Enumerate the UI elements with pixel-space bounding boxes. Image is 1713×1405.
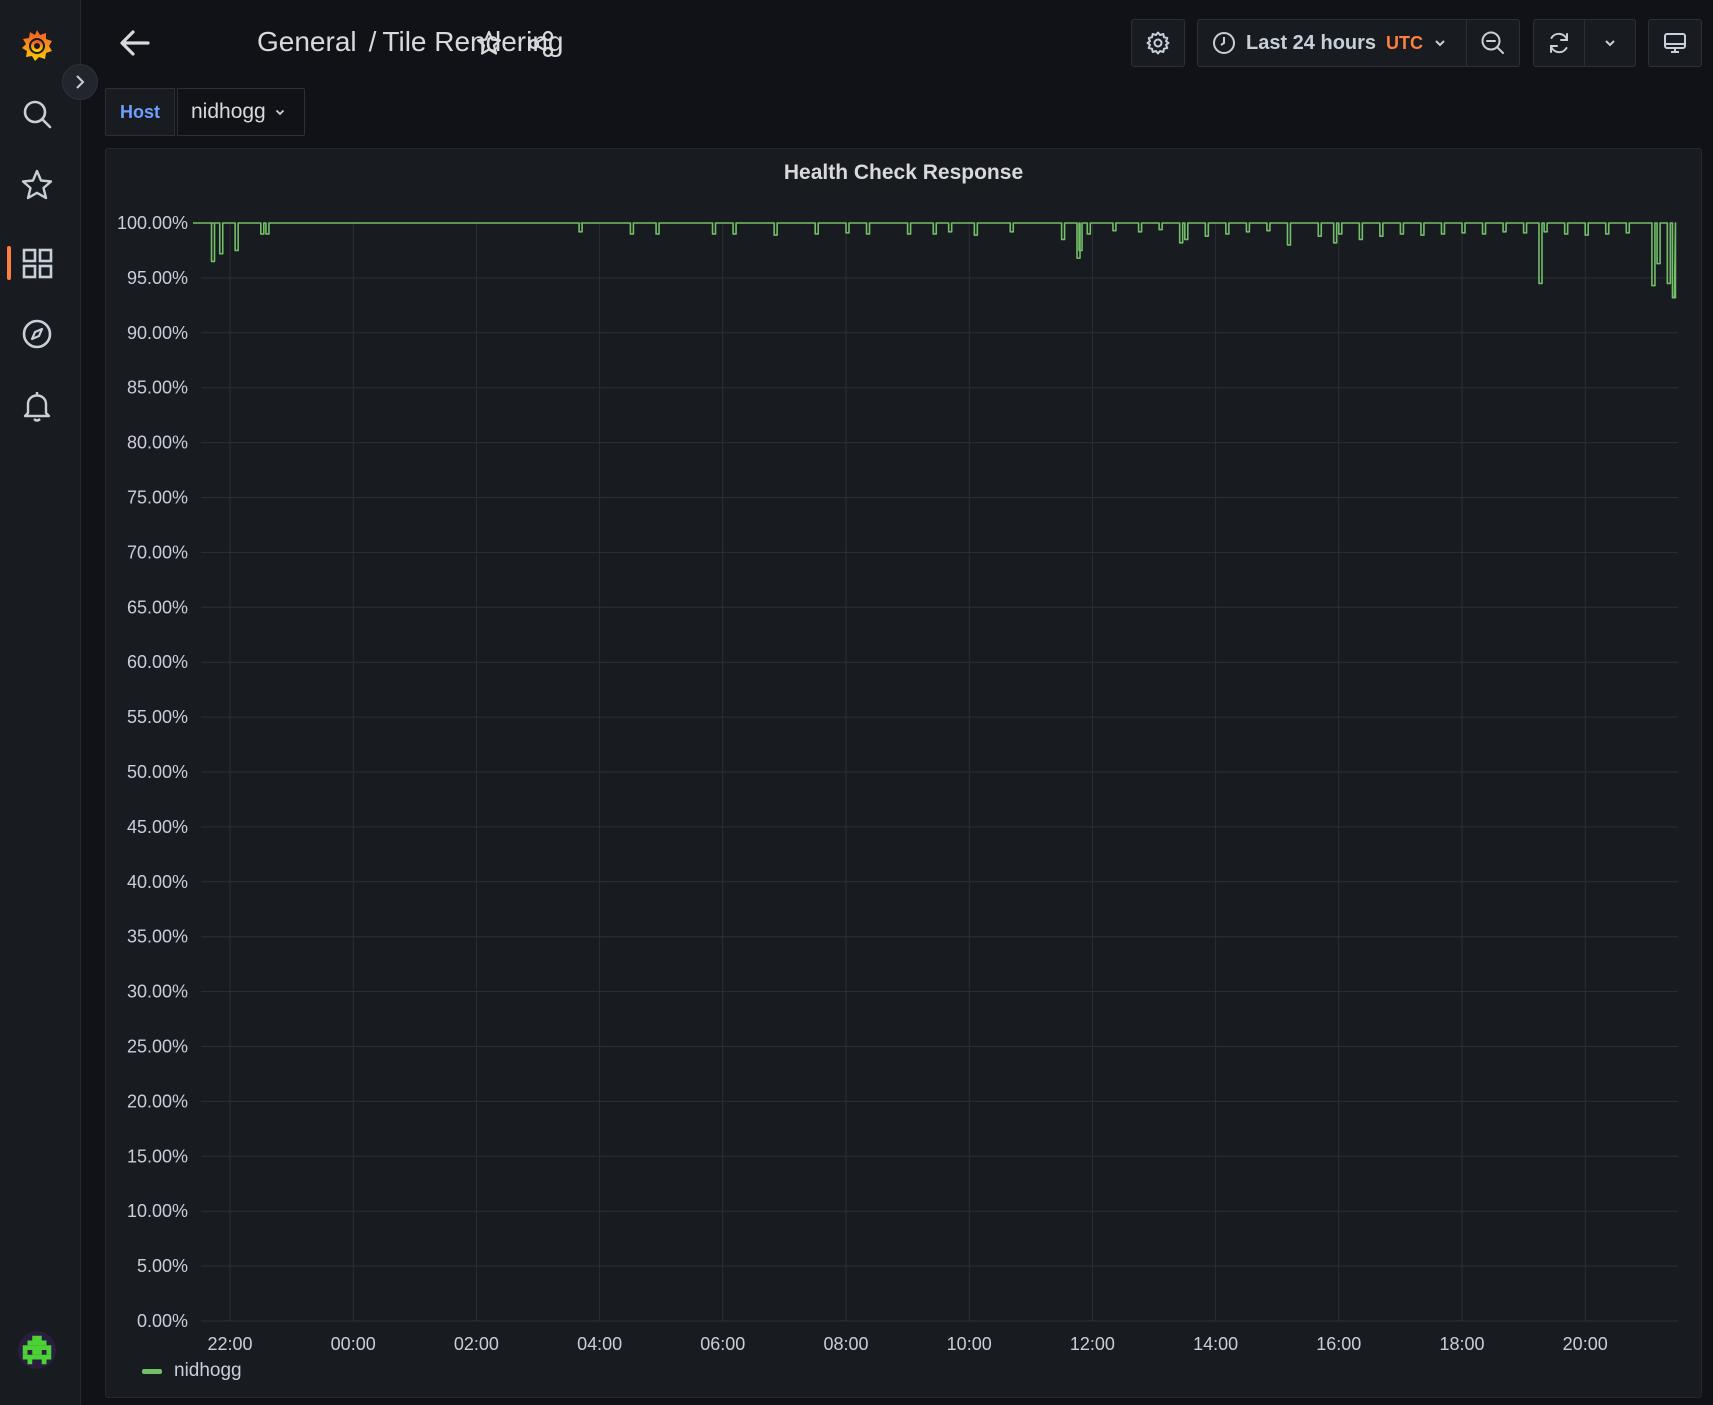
y-tick-label: 90.00% bbox=[127, 323, 188, 343]
x-tick-label: 14:00 bbox=[1193, 1334, 1238, 1354]
y-tick-label: 15.00% bbox=[127, 1146, 188, 1166]
y-tick-label: 65.00% bbox=[127, 597, 188, 617]
back-button[interactable] bbox=[114, 22, 156, 64]
legend-item[interactable]: nidhogg bbox=[142, 1360, 242, 1382]
x-tick-label: 10:00 bbox=[947, 1334, 992, 1354]
x-tick-label: 18:00 bbox=[1439, 1334, 1484, 1354]
monitor-icon bbox=[1664, 33, 1686, 53]
y-tick-label: 80.00% bbox=[127, 433, 188, 453]
y-tick-label: 25.00% bbox=[127, 1037, 188, 1057]
x-tick-label: 20:00 bbox=[1563, 1334, 1608, 1354]
y-tick-label: 50.00% bbox=[127, 762, 188, 782]
x-tick-label: 12:00 bbox=[1070, 1334, 1115, 1354]
chevron-right-icon bbox=[76, 75, 85, 89]
refresh-icon bbox=[1550, 32, 1568, 54]
y-tick-label: 40.00% bbox=[127, 872, 188, 892]
breadcrumb: General / Tile Rendering bbox=[257, 26, 563, 58]
host-variable-select[interactable]: nidhogg bbox=[177, 88, 305, 136]
breadcrumb-folder[interactable]: General bbox=[257, 26, 357, 58]
host-variable-value: nidhogg bbox=[191, 100, 266, 123]
explore-compass-icon[interactable] bbox=[16, 313, 58, 355]
share-icon bbox=[528, 30, 554, 58]
dashboards-icon[interactable] bbox=[16, 242, 58, 284]
x-tick-label: 22:00 bbox=[207, 1334, 252, 1354]
refresh-button[interactable] bbox=[1533, 19, 1585, 67]
expand-sidebar-button[interactable] bbox=[62, 64, 98, 100]
y-tick-label: 85.00% bbox=[127, 378, 188, 398]
y-tick-label: 75.00% bbox=[127, 488, 188, 508]
legend-color-swatch bbox=[142, 1368, 162, 1374]
y-tick-label: 20.00% bbox=[127, 1091, 188, 1111]
y-tick-label: 45.00% bbox=[127, 817, 188, 837]
x-tick-label: 04:00 bbox=[577, 1334, 622, 1354]
timezone-label: UTC bbox=[1386, 32, 1424, 53]
series-line-nidhogg bbox=[193, 222, 1677, 299]
refresh-interval-dropdown[interactable] bbox=[1584, 19, 1636, 67]
tv-mode-button[interactable] bbox=[1648, 19, 1702, 67]
legend-series-name: nidhogg bbox=[174, 1360, 242, 1381]
time-range-label: Last 24 hours bbox=[1246, 31, 1377, 54]
x-tick-label: 16:00 bbox=[1316, 1334, 1361, 1354]
mark-favorite-button[interactable] bbox=[471, 26, 507, 62]
y-tick-label: 70.00% bbox=[127, 542, 188, 562]
y-tick-label: 30.00% bbox=[127, 982, 188, 1002]
x-tick-label: 00:00 bbox=[331, 1334, 376, 1354]
chevron-down-icon bbox=[1605, 40, 1615, 47]
gear-icon bbox=[1146, 31, 1170, 55]
y-tick-label: 100.00% bbox=[117, 213, 188, 233]
chevron-down-icon bbox=[1435, 40, 1445, 47]
chevron-down-icon bbox=[275, 109, 284, 116]
star-outline-icon bbox=[476, 30, 502, 55]
search-icon[interactable] bbox=[16, 93, 58, 135]
breadcrumb-separator: / bbox=[368, 26, 377, 57]
share-button[interactable] bbox=[523, 26, 559, 62]
zoom-out-icon bbox=[1481, 31, 1504, 54]
active-indicator bbox=[7, 246, 11, 280]
time-series-chart[interactable]: 100.00% 95.00% 90.00% 85.00% 80.00% 75.00% 70.… bbox=[106, 149, 1703, 1399]
star-icon[interactable] bbox=[16, 164, 58, 206]
x-tick-label: 02:00 bbox=[454, 1334, 499, 1354]
y-tick-label: 0.00% bbox=[137, 1311, 188, 1331]
x-tick-label: 08:00 bbox=[823, 1334, 868, 1354]
variable-label-host: Host bbox=[105, 88, 175, 136]
y-tick-label: 55.00% bbox=[127, 707, 188, 727]
x-tick-label: 06:00 bbox=[700, 1334, 745, 1354]
y-tick-label: 35.00% bbox=[127, 927, 188, 947]
grafana-logo-icon[interactable] bbox=[16, 24, 58, 66]
y-tick-label: 60.00% bbox=[127, 652, 188, 672]
sidebar bbox=[0, 0, 98, 1405]
dashboard-settings-button[interactable] bbox=[1131, 19, 1185, 67]
graph-panel: Health Check Response 100.00% 95.00% 90.00… bbox=[105, 148, 1702, 1398]
y-tick-label: 95.00% bbox=[127, 268, 188, 288]
clock-icon bbox=[1213, 32, 1235, 54]
y-tick-label: 5.00% bbox=[137, 1256, 188, 1276]
user-avatar[interactable] bbox=[18, 1331, 56, 1369]
zoom-out-button[interactable] bbox=[1466, 19, 1520, 67]
time-range-picker[interactable]: Last 24 hours UTC bbox=[1197, 19, 1467, 67]
arrow-left-icon bbox=[120, 30, 150, 56]
alerting-bell-icon[interactable] bbox=[16, 385, 58, 427]
y-tick-label: 10.00% bbox=[127, 1201, 188, 1221]
